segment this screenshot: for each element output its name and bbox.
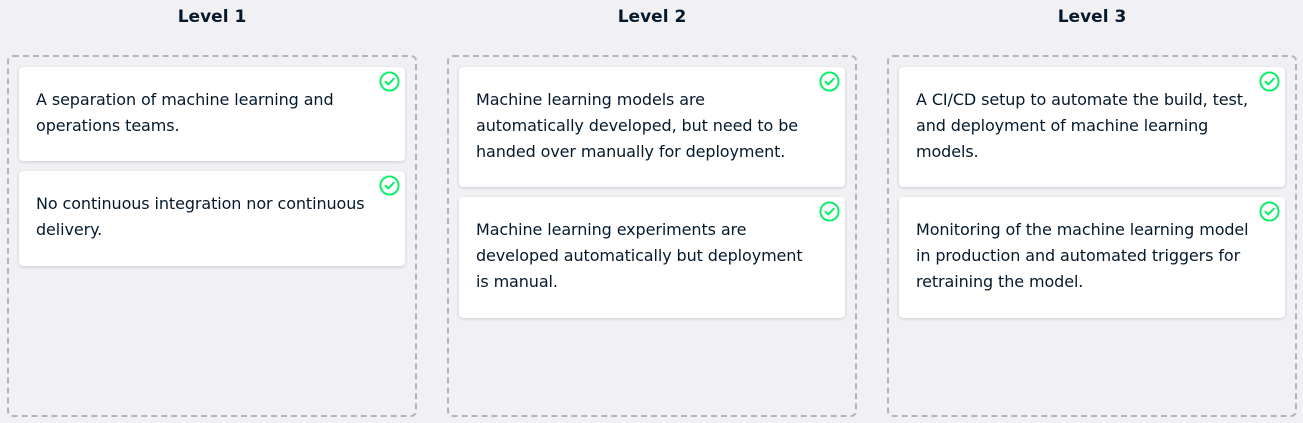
draggable-card[interactable]: No continuous integration nor continuous… (19, 171, 405, 266)
draggable-card[interactable]: Monitoring of the machine learning model… (899, 197, 1285, 318)
drop-zone-level-2[interactable]: Machine learning models are automaticall… (447, 55, 857, 417)
card-text: No continuous integration nor continuous… (36, 194, 365, 239)
card-text: A CI/CD setup to automate the build, tes… (916, 90, 1248, 161)
check-circle-icon (379, 175, 400, 196)
draggable-card[interactable]: Machine learning experiments are develop… (459, 197, 845, 318)
drop-zone-level-1[interactable]: A separation of machine learning and ope… (7, 55, 417, 417)
check-circle-icon (379, 71, 400, 92)
draggable-card[interactable]: Machine learning models are automaticall… (459, 67, 845, 187)
check-circle-icon (1259, 71, 1280, 92)
card-text: Monitoring of the machine learning model… (916, 220, 1249, 291)
check-circle-icon (819, 201, 840, 222)
check-circle-icon (1259, 201, 1280, 222)
check-circle-icon (819, 71, 840, 92)
column-title: Level 3 (1057, 7, 1127, 27)
draggable-card[interactable]: A separation of machine learning and ope… (19, 67, 405, 161)
card-text: Machine learning models are automaticall… (476, 90, 799, 161)
card-text: A separation of machine learning and ope… (36, 90, 334, 135)
column-title: Level 1 (177, 7, 247, 27)
card-text: Machine learning experiments are develop… (476, 220, 803, 291)
drop-zone-level-3[interactable]: A CI/CD setup to automate the build, tes… (887, 55, 1297, 417)
column-title: Level 2 (617, 7, 687, 27)
draggable-card[interactable]: A CI/CD setup to automate the build, tes… (899, 67, 1285, 187)
